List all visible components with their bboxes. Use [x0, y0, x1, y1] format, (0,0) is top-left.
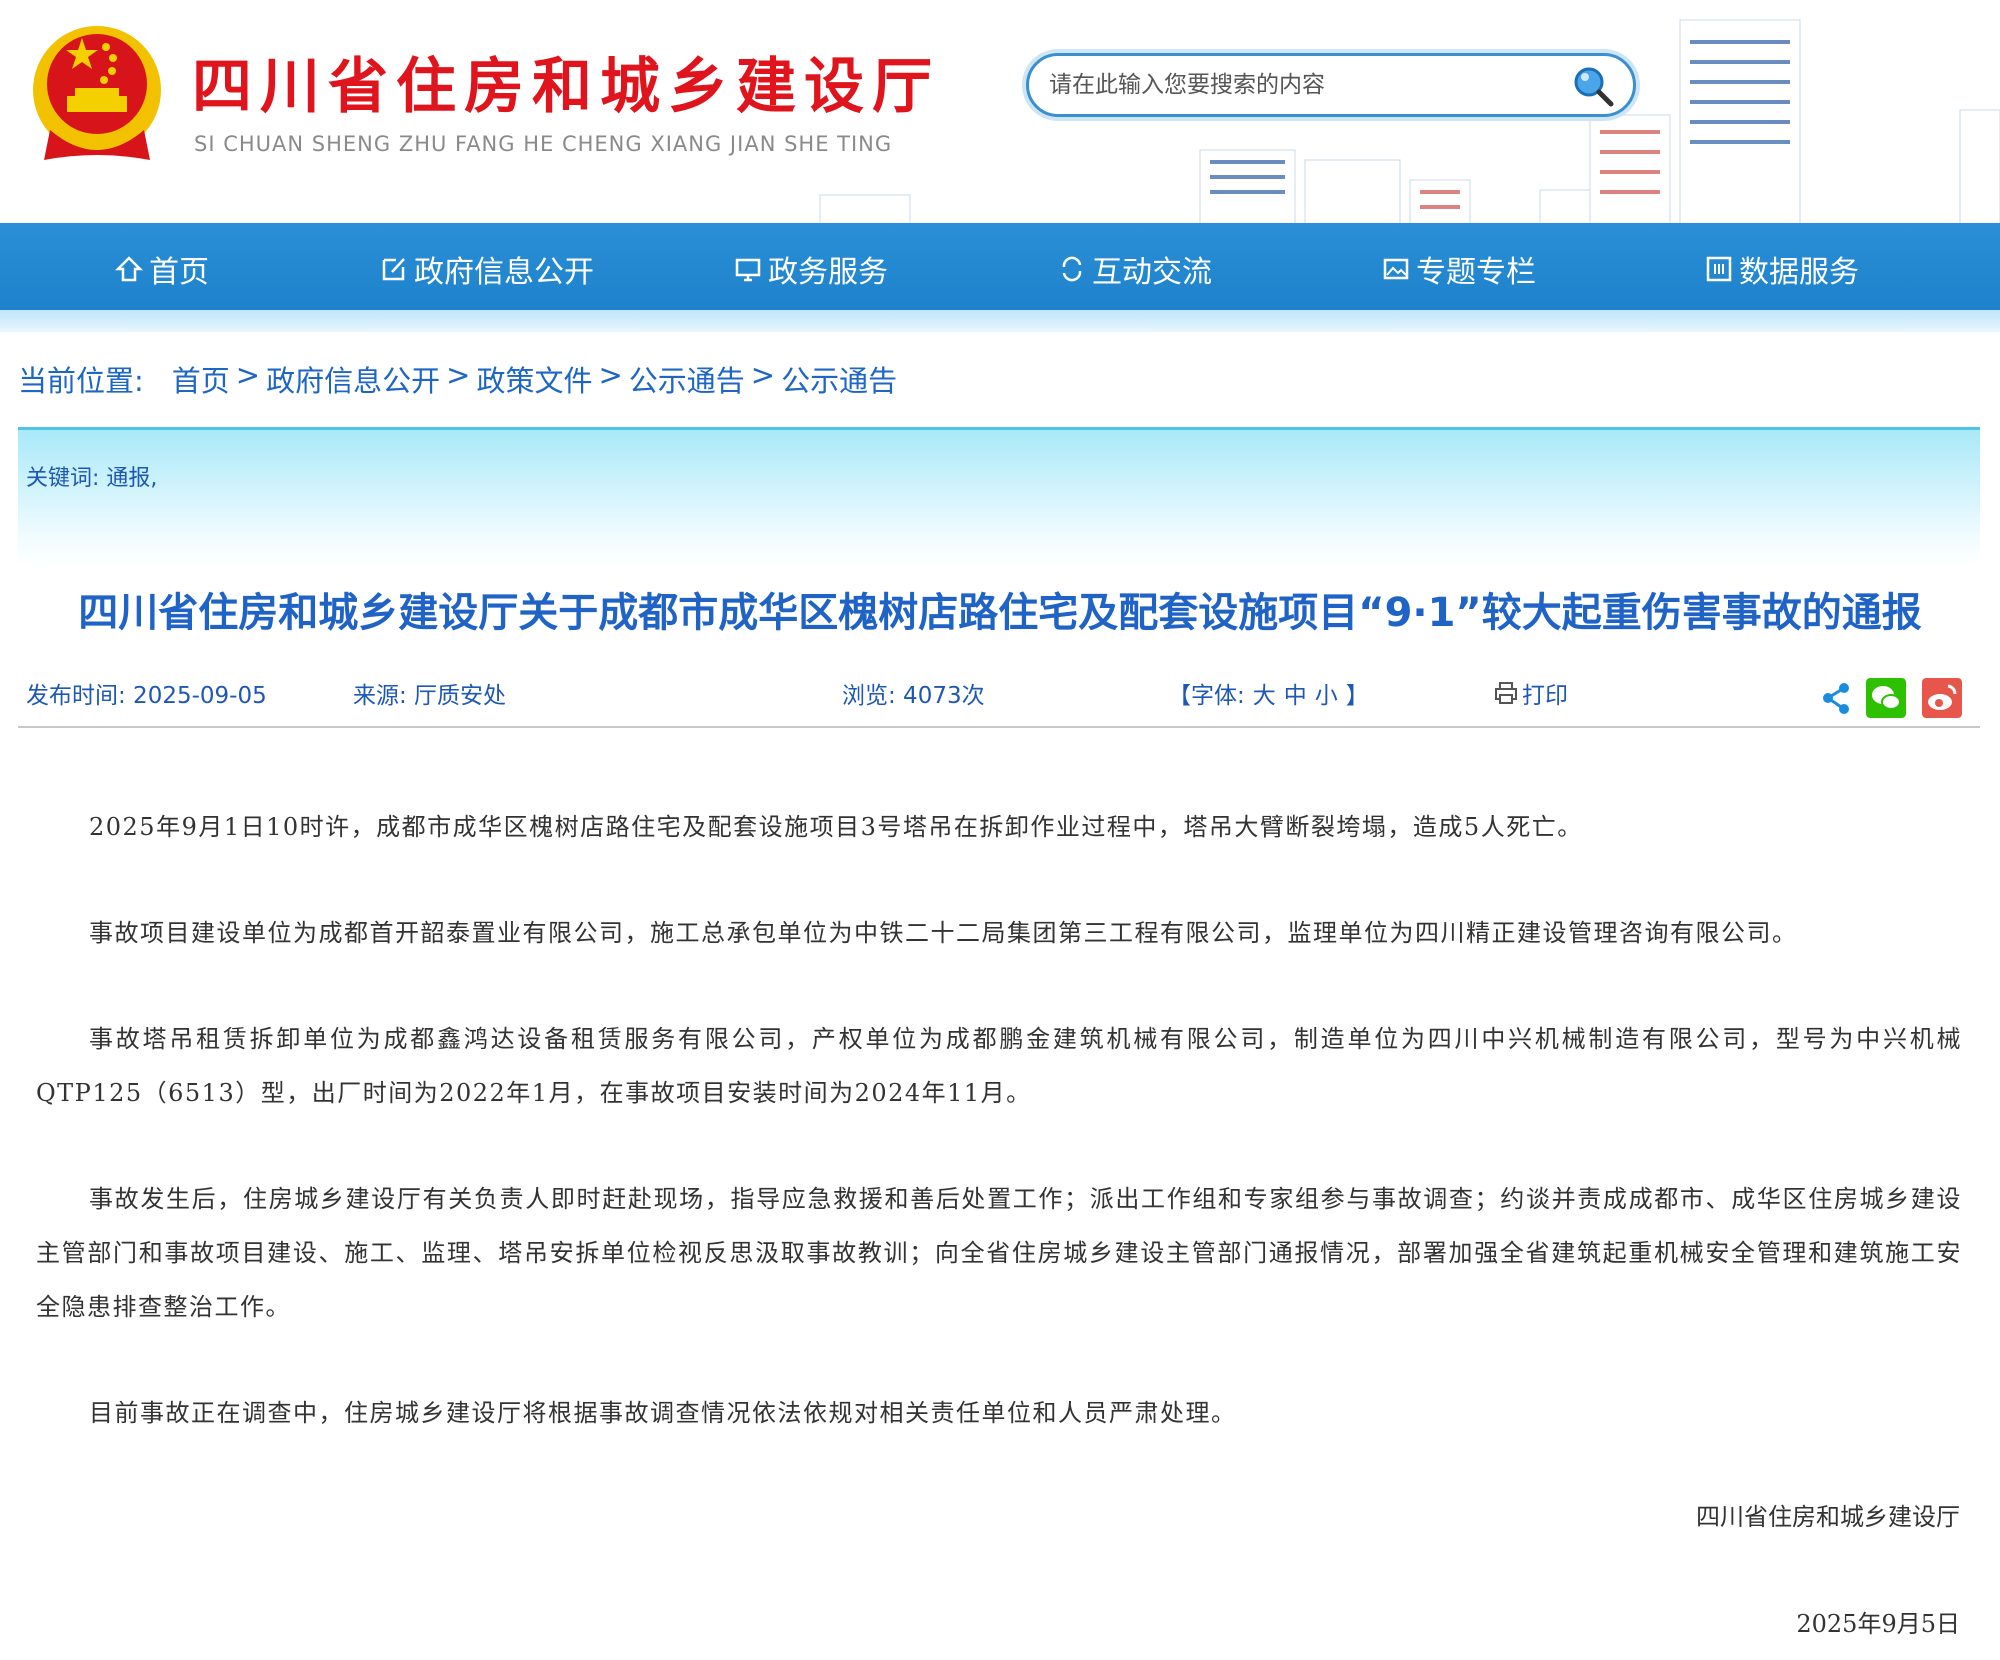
nav-item-gov-info[interactable]: 政府信息公开 [380, 247, 594, 291]
signature-date: 2025年9月5日 [1796, 1604, 1960, 1639]
nav-label: 专题专栏 [1416, 247, 1536, 291]
national-emblem-logo [30, 20, 165, 168]
meta-divider [18, 726, 1980, 728]
article-paragraph: 事故发生后，住房城乡建设厅有关负责人即时赶赴现场，指导应急救援和善后处置工作；派… [36, 1172, 1962, 1334]
data-icon [1705, 255, 1733, 283]
search-box[interactable] [1026, 53, 1636, 117]
article-paragraph: 事故塔吊租赁拆卸单位为成都鑫鸿达设备租赁服务有限公司，产权单位为成都鹏金建筑机械… [36, 1012, 1962, 1120]
nav-label: 政务服务 [768, 247, 888, 291]
article-paragraph: 2025年9月1日10时许，成都市成华区槐树店路住宅及配套设施项目3号塔吊在拆卸… [36, 800, 1962, 854]
main-nav: 首页 政府信息公开 政务服务 互动交流 专题专栏 数据服务 [0, 223, 2000, 310]
view-count: 浏览: 4073次 [842, 676, 985, 710]
article-paragraph: 事故项目建设单位为成都首开韶泰置业有限公司，施工总承包单位为中铁二十二局集团第三… [36, 906, 1962, 960]
article-paragraph: 目前事故正在调查中，住房城乡建设厅将根据事故调查情况依法依规对相关责任单位和人员… [36, 1386, 1962, 1440]
font-size-controls: 【字体: 大 中 小 】 [1168, 676, 1369, 710]
site-header: 四川省住房和城乡建设厅 SI CHUAN SHENG ZHU FANG HE C… [0, 0, 2000, 223]
font-size-label: 【字体: [1168, 676, 1245, 710]
printer-icon [1494, 681, 1518, 705]
search-icon[interactable] [1571, 64, 1615, 108]
breadcrumb-label: 当前位置: [18, 358, 144, 400]
monitor-icon [734, 255, 762, 283]
nav-item-data-services[interactable]: 数据服务 [1705, 247, 1859, 291]
article-source: 来源: 厅质安处 [353, 676, 506, 710]
breadcrumb-separator: > [446, 358, 470, 400]
exchange-icon [1058, 255, 1086, 283]
breadcrumb-notices-current[interactable]: 公示通告 [781, 358, 897, 400]
print-label: 打印 [1522, 676, 1568, 710]
image-icon [1382, 255, 1410, 283]
search-input[interactable] [1049, 68, 1549, 102]
breadcrumb-separator: > [751, 358, 775, 400]
nav-item-gov-services[interactable]: 政务服务 [734, 247, 888, 291]
home-icon [115, 255, 143, 283]
article-title: 四川省住房和城乡建设厅关于成都市成华区槐树店路住宅及配套设施项目“9·1”较大起… [0, 580, 2000, 638]
breadcrumb: 当前位置: 首页 > 政府信息公开 > 政策文件 > 公示通告 > 公示通告 [18, 358, 897, 400]
nav-item-interaction[interactable]: 互动交流 [1058, 247, 1212, 291]
article-body: 2025年9月1日10时许，成都市成华区槐树店路住宅及配套设施项目3号塔吊在拆卸… [36, 800, 1962, 1492]
share-icon[interactable] [1816, 678, 1856, 718]
nav-label: 政府信息公开 [414, 247, 594, 291]
nav-label: 首页 [149, 247, 209, 291]
nav-label: 数据服务 [1739, 247, 1859, 291]
font-size-close: 】 [1346, 676, 1369, 710]
font-medium-button[interactable]: 中 [1284, 676, 1307, 710]
edit-icon [380, 255, 408, 283]
breadcrumb-policy-docs[interactable]: 政策文件 [476, 358, 592, 400]
publish-date: 发布时间: 2025-09-05 [26, 676, 267, 710]
keywords: 关键词: 通报, [26, 460, 157, 492]
signature-org: 四川省住房和城乡建设厅 [1696, 1497, 1960, 1532]
font-large-button[interactable]: 大 [1253, 676, 1276, 710]
breadcrumb-separator: > [598, 358, 622, 400]
breadcrumb-gov-info[interactable]: 政府信息公开 [266, 358, 440, 400]
nav-bottom-strip [0, 310, 2000, 332]
site-subtitle: SI CHUAN SHENG ZHU FANG HE CHENG XIANG J… [194, 132, 892, 156]
nav-label: 互动交流 [1092, 247, 1212, 291]
weibo-share-icon[interactable] [1922, 678, 1962, 718]
font-small-button[interactable]: 小 [1315, 676, 1338, 710]
breadcrumb-notices[interactable]: 公示通告 [629, 358, 745, 400]
breadcrumb-separator: > [236, 358, 260, 400]
wechat-share-icon[interactable] [1866, 678, 1906, 718]
keyword-panel: 关键词: 通报, [18, 427, 1980, 567]
print-button[interactable]: 打印 [1494, 676, 1568, 710]
nav-item-special-topics[interactable]: 专题专栏 [1382, 247, 1536, 291]
nav-item-home[interactable]: 首页 [115, 247, 209, 291]
breadcrumb-home[interactable]: 首页 [172, 358, 230, 400]
